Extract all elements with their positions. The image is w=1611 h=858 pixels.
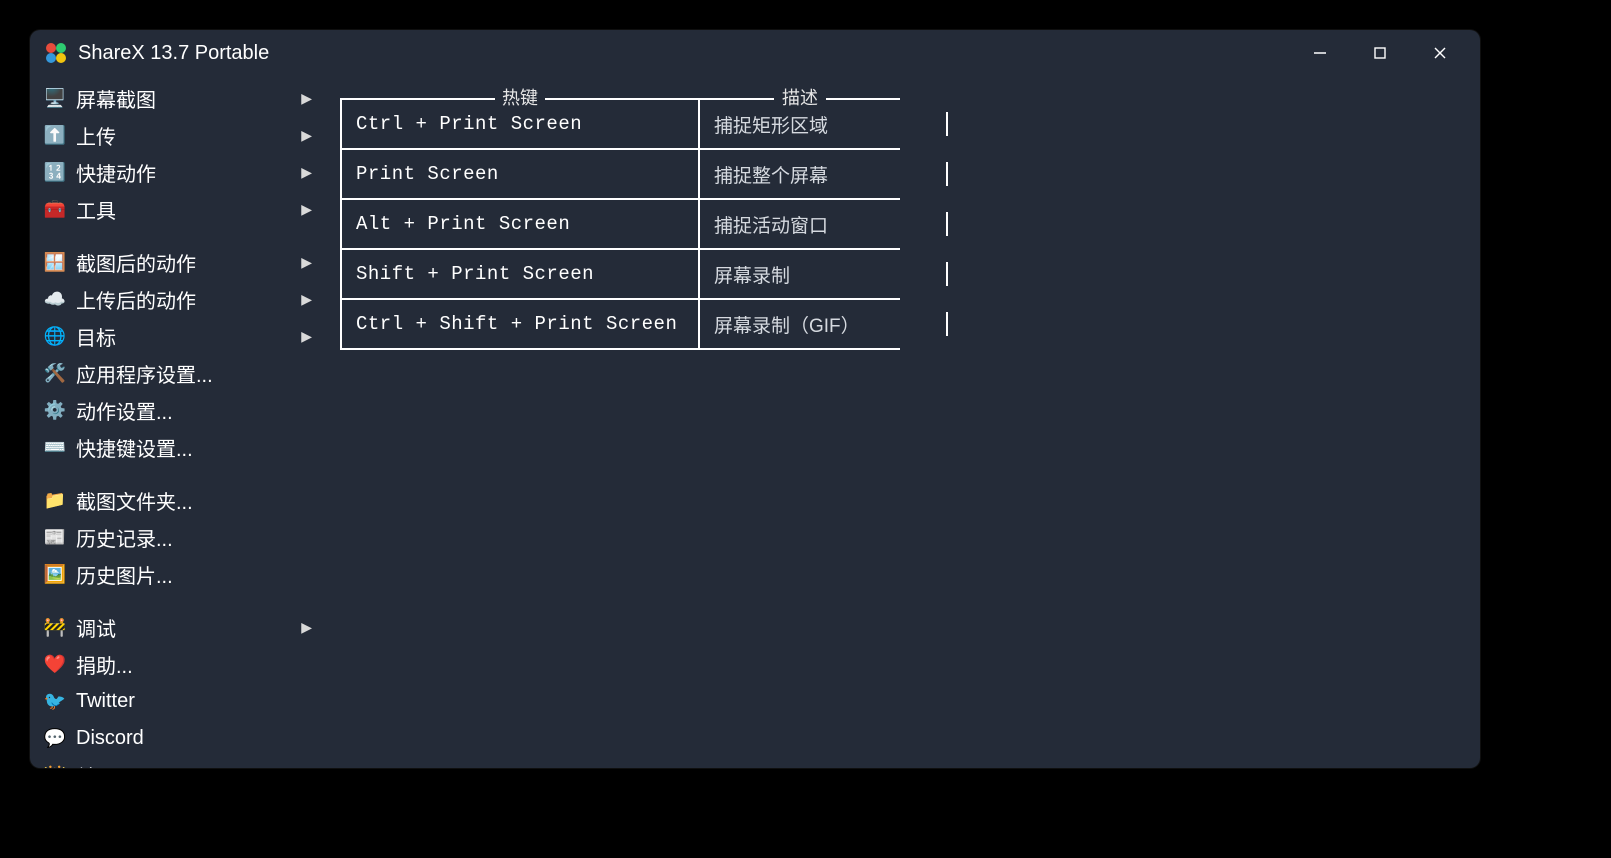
sidebar-item-label: 快捷键设置... bbox=[76, 433, 312, 462]
maximize-button[interactable] bbox=[1350, 30, 1410, 76]
hotkey-row[interactable]: Shift + Print Screen屏幕录制 bbox=[340, 250, 900, 300]
heart-icon: ❤️ bbox=[44, 654, 66, 676]
hotkey-key-cell: Ctrl + Shift + Print Screen bbox=[340, 300, 700, 350]
hotkey-table-header: 热键 描述 bbox=[340, 88, 900, 100]
about-icon: 👑 bbox=[44, 765, 66, 769]
hotkey-desc-cell: 捕捉整个屏幕 bbox=[700, 150, 900, 200]
hotkey-header-key: 热键 bbox=[500, 84, 540, 110]
sidebar-item[interactable]: 🛠️ 应用程序设置... bbox=[30, 355, 330, 392]
sidebar-item[interactable]: ⬆️ 上传 ▶ bbox=[30, 117, 330, 154]
chevron-right-icon: ▶ bbox=[300, 619, 312, 636]
hotkey-desc-cell: 捕捉矩形区域 bbox=[700, 100, 900, 150]
chevron-right-icon: ▶ bbox=[300, 254, 312, 271]
titlebar[interactable]: ShareX 13.7 Portable bbox=[30, 30, 1480, 76]
sidebar-item-label: 上传后的动作 bbox=[76, 285, 290, 314]
sidebar-item[interactable]: ☁️ 上传后的动作 ▶ bbox=[30, 281, 330, 318]
chevron-right-icon: ▶ bbox=[300, 328, 312, 345]
hotkey-key-cell: Print Screen bbox=[340, 150, 700, 200]
history-icon: 📰 bbox=[44, 527, 66, 549]
sidebar-item[interactable]: 🪟 截图后的动作 ▶ bbox=[30, 244, 330, 281]
sidebar-item[interactable]: ❤️ 捐助... bbox=[30, 646, 330, 683]
upload-icon: ⬆️ bbox=[44, 125, 66, 147]
chevron-right-icon: ▶ bbox=[300, 291, 312, 308]
grid-icon: 🔢 bbox=[44, 162, 66, 184]
image-history-icon: 🖼️ bbox=[44, 564, 66, 586]
sidebar-item-label: 截图后的动作 bbox=[76, 248, 290, 277]
gear-icon: ⚙️ bbox=[44, 400, 66, 422]
sidebar-item-label: 工具 bbox=[76, 195, 290, 224]
close-button[interactable] bbox=[1410, 30, 1470, 76]
hotkey-key-cell: Alt + Print Screen bbox=[340, 200, 700, 250]
sidebar-item-label: 历史记录... bbox=[76, 523, 312, 552]
chevron-right-icon: ▶ bbox=[300, 164, 312, 181]
target-icon: 🌐 bbox=[44, 326, 66, 348]
window-controls bbox=[1290, 30, 1470, 76]
sidebar-item[interactable]: 👑 关于... bbox=[30, 757, 330, 768]
sidebar-item[interactable]: ⚙️ 动作设置... bbox=[30, 392, 330, 429]
wrench-icon: 🛠️ bbox=[44, 363, 66, 385]
display-icon: 🖥️ bbox=[44, 88, 66, 110]
window-icon: 🪟 bbox=[44, 252, 66, 274]
chevron-right-icon: ▶ bbox=[300, 90, 312, 107]
hotkey-key-cell: Shift + Print Screen bbox=[340, 250, 700, 300]
minimize-button[interactable] bbox=[1290, 30, 1350, 76]
hotkey-desc-cell: 屏幕录制 bbox=[700, 250, 900, 300]
app-window: ShareX 13.7 Portable 🖥️屏幕截图▶⬆️上传▶🔢快捷动作▶🧰… bbox=[30, 30, 1480, 768]
hotkey-row[interactable]: Alt + Print Screen捕捉活动窗口 bbox=[340, 200, 900, 250]
sidebar-item-label: 动作设置... bbox=[76, 396, 312, 425]
sidebar-item-label: 屏幕截图 bbox=[76, 84, 290, 113]
sidebar-item[interactable]: 💬 Discord bbox=[30, 720, 330, 757]
sidebar-item[interactable]: 🚧 调试 ▶ bbox=[30, 609, 330, 646]
sidebar-item[interactable]: 🌐 目标 ▶ bbox=[30, 318, 330, 355]
hotkey-row[interactable]: Print Screen捕捉整个屏幕 bbox=[340, 150, 900, 200]
sidebar-item-label: 截图文件夹... bbox=[76, 486, 312, 515]
sidebar-item[interactable]: 🖥️ 屏幕截图 ▶ bbox=[30, 80, 330, 117]
sidebar-item[interactable]: 📁 截图文件夹... bbox=[30, 482, 330, 519]
hotkey-table: 热键 描述 Ctrl + Print Screen捕捉矩形区域Print Scr… bbox=[340, 88, 900, 350]
toolbox-icon: 🧰 bbox=[44, 199, 66, 221]
sidebar-item-label: 捐助... bbox=[76, 650, 312, 679]
keyboard-icon: ⌨️ bbox=[44, 437, 66, 459]
sidebar: 🖥️屏幕截图▶⬆️上传▶🔢快捷动作▶🧰工具▶🪟截图后的动作▶☁️上传后的动作▶🌐… bbox=[30, 76, 330, 768]
sidebar-item-label: 历史图片... bbox=[76, 560, 312, 589]
chevron-right-icon: ▶ bbox=[300, 201, 312, 218]
sidebar-item-label: Twitter bbox=[76, 690, 312, 713]
twitter-icon: 🐦 bbox=[44, 691, 66, 713]
cloud-icon: ☁️ bbox=[44, 289, 66, 311]
hotkey-desc-cell: 屏幕录制（GIF） bbox=[700, 300, 900, 350]
debug-icon: 🚧 bbox=[44, 617, 66, 639]
sidebar-item-label: 关于... bbox=[76, 761, 312, 768]
app-logo-icon bbox=[44, 41, 68, 65]
hotkey-row[interactable]: Ctrl + Shift + Print Screen屏幕录制（GIF） bbox=[340, 300, 900, 350]
hotkey-row[interactable]: Ctrl + Print Screen捕捉矩形区域 bbox=[340, 100, 900, 150]
sidebar-item[interactable]: 🔢 快捷动作 ▶ bbox=[30, 154, 330, 191]
folder-icon: 📁 bbox=[44, 490, 66, 512]
sidebar-item-label: 调试 bbox=[76, 613, 290, 642]
sidebar-item[interactable]: ⌨️ 快捷键设置... bbox=[30, 429, 330, 466]
hotkey-desc-cell: 捕捉活动窗口 bbox=[700, 200, 900, 250]
sidebar-item-label: 目标 bbox=[76, 322, 290, 351]
sidebar-item[interactable]: 📰 历史记录... bbox=[30, 519, 330, 556]
sidebar-item-label: 上传 bbox=[76, 121, 290, 150]
main-content: 热键 描述 Ctrl + Print Screen捕捉矩形区域Print Scr… bbox=[330, 76, 1480, 768]
sidebar-item-label: 应用程序设置... bbox=[76, 359, 312, 388]
sidebar-item[interactable]: 🖼️ 历史图片... bbox=[30, 556, 330, 593]
sidebar-item[interactable]: 🐦 Twitter bbox=[30, 683, 330, 720]
sidebar-item[interactable]: 🧰 工具 ▶ bbox=[30, 191, 330, 228]
window-title: ShareX 13.7 Portable bbox=[78, 42, 269, 65]
chevron-right-icon: ▶ bbox=[300, 127, 312, 144]
sidebar-item-label: 快捷动作 bbox=[76, 158, 290, 187]
sidebar-item-label: Discord bbox=[76, 727, 312, 750]
discord-icon: 💬 bbox=[44, 728, 66, 750]
